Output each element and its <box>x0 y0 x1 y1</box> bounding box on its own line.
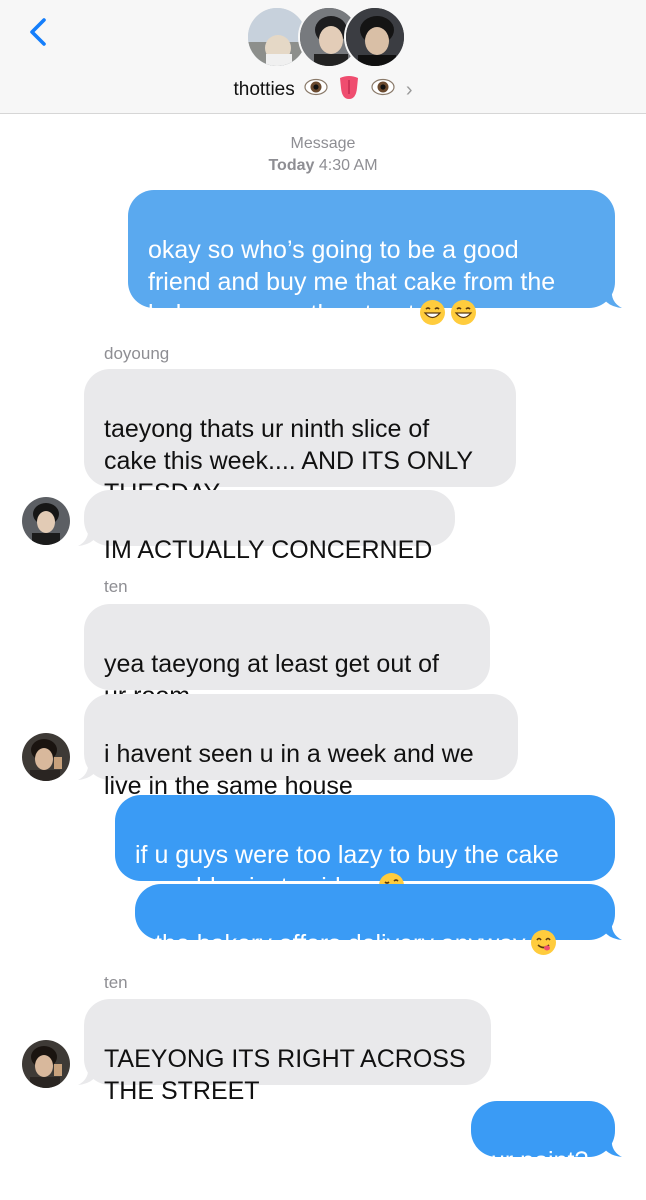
group-name: thotties <box>233 79 295 100</box>
message-text: the bakery offers delivery anyway <box>155 930 526 958</box>
chevron-left-icon <box>30 18 46 46</box>
received-message-bubble[interactable]: yea taeyong at least get out of ur room <box>84 604 490 710</box>
group-avatars[interactable] <box>246 6 406 70</box>
day-label: Today <box>268 157 315 174</box>
conversation-header: thotties › <box>0 0 646 114</box>
message-text: IM ACTUALLY CONCERNED <box>104 536 433 564</box>
received-message-bubble[interactable]: taeyong thats ur ninth slice of cake thi… <box>84 369 516 507</box>
bubble-tail <box>78 760 100 780</box>
tongue-emoji-icon <box>337 74 361 106</box>
group-name-row[interactable]: thotties › <box>0 74 646 106</box>
grinning-emoji-icon <box>419 299 446 326</box>
timestamp-line: Today 4:30 AM <box>0 155 646 177</box>
bubble-tail <box>600 1137 622 1157</box>
bubble-tail <box>78 1065 100 1085</box>
message-text: TAEYONG ITS RIGHT ACROSS THE STREET <box>104 1045 466 1105</box>
bubble-tail <box>600 288 622 308</box>
sent-message-bubble[interactable]: ur point? <box>471 1101 615 1175</box>
sender-name: ten <box>104 973 128 992</box>
avatar <box>344 6 406 68</box>
sent-message-bubble[interactable]: okay so who’s going to be a good friend … <box>128 190 615 328</box>
time-label: 4:30 AM <box>318 157 378 174</box>
avatar[interactable] <box>22 497 70 545</box>
eye-emoji-icon <box>304 75 328 105</box>
grinning-emoji-icon <box>450 299 477 326</box>
bubble-tail <box>600 920 622 940</box>
message-text: ur point? <box>491 1147 589 1175</box>
sender-name: doyoung <box>104 344 170 363</box>
bubble-tail <box>78 526 100 546</box>
service-label: Message <box>290 135 356 152</box>
sender-name: ten <box>104 577 128 596</box>
received-message-bubble[interactable]: i havent seen u in a week and we live in… <box>84 694 518 800</box>
sent-message-bubble[interactable]: the bakery offers delivery anyway <box>135 884 615 958</box>
back-button[interactable] <box>20 12 60 52</box>
conversation-timestamp: Message Today 4:30 AM <box>0 133 646 177</box>
message-text: i havent seen u in a week and we live in… <box>104 740 474 800</box>
message-text: okay so who’s going to be a good friend … <box>148 236 556 328</box>
eye-emoji-icon <box>370 75 395 105</box>
received-message-bubble[interactable]: IM ACTUALLY CONCERNED <box>84 490 455 564</box>
avatar[interactable] <box>22 1040 70 1088</box>
sent-message-bubble[interactable]: if u guys were too lazy to buy the cake … <box>115 795 615 901</box>
chevron-right-icon: › <box>405 78 413 101</box>
yum-emoji-icon <box>530 929 557 956</box>
avatar[interactable] <box>22 733 70 781</box>
received-message-bubble[interactable]: TAEYONG ITS RIGHT ACROSS THE STREET <box>84 999 491 1105</box>
